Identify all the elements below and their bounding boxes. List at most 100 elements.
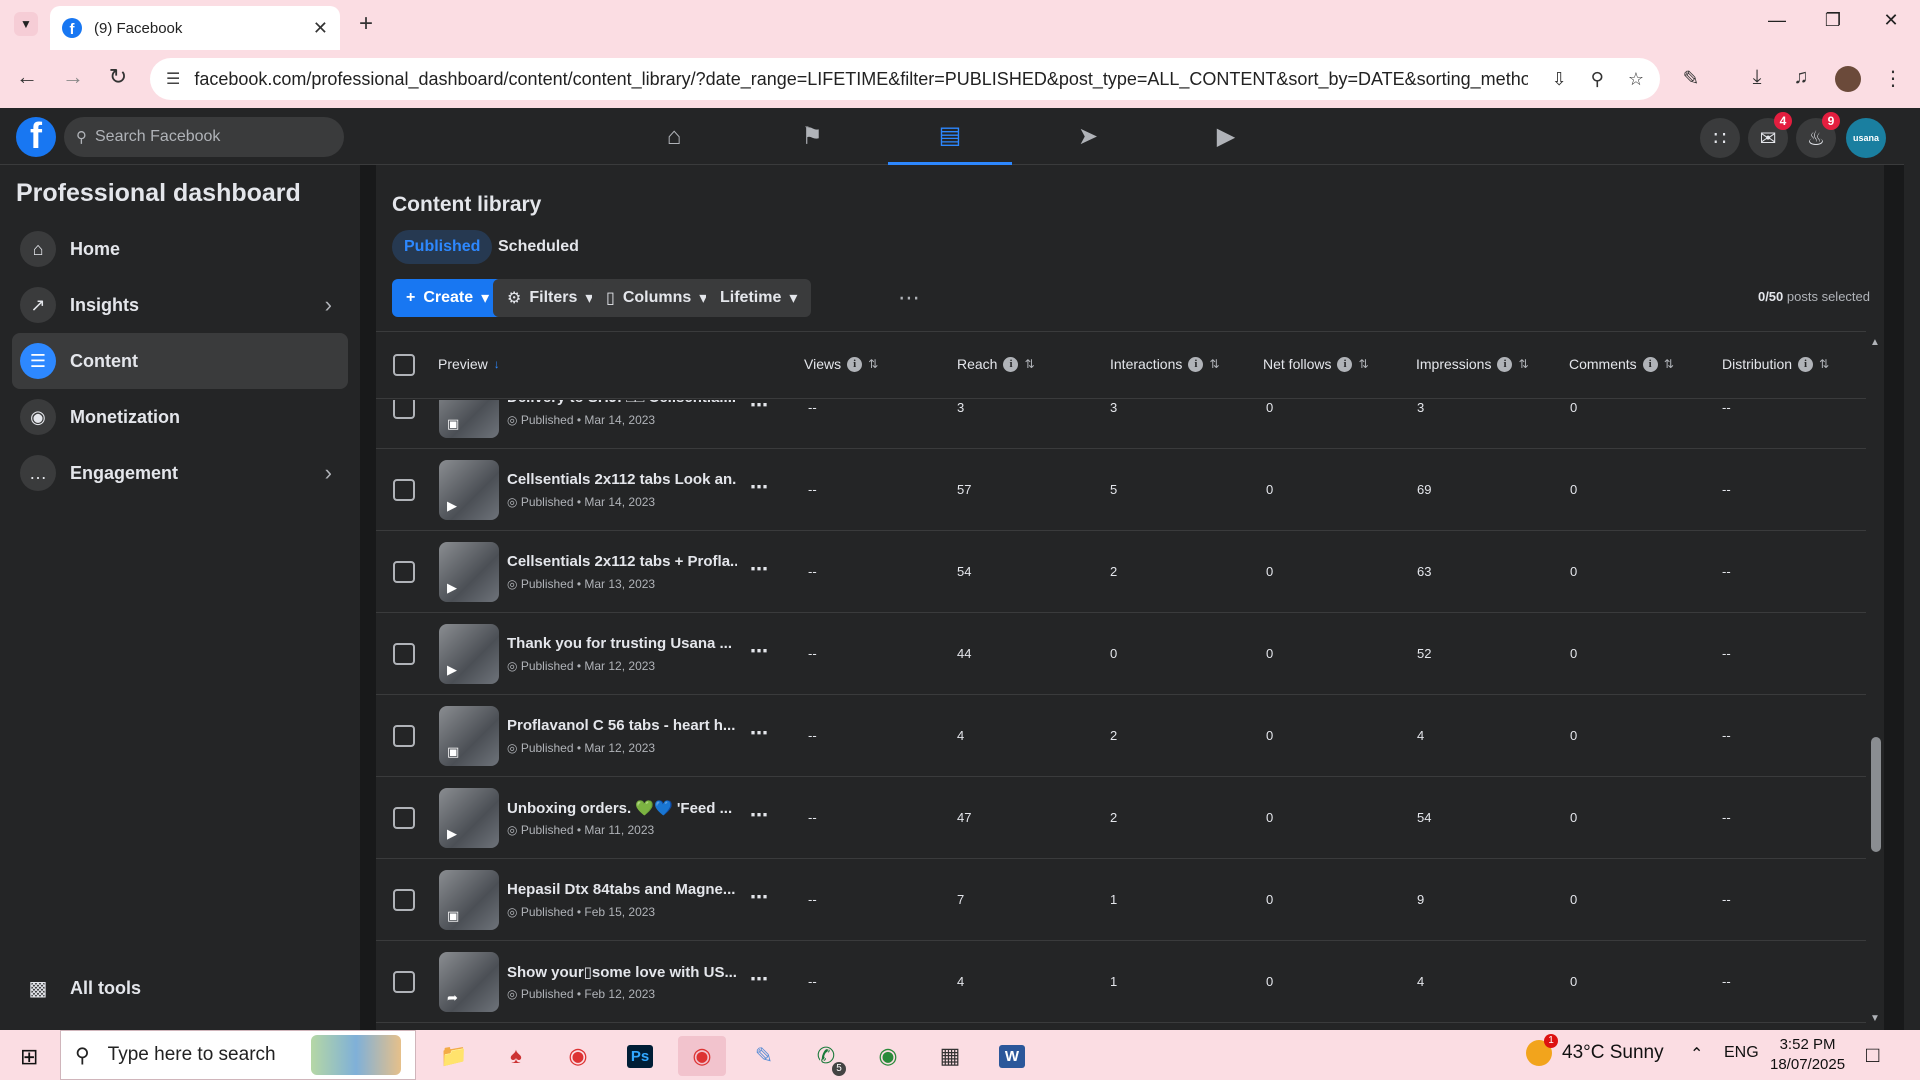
table-row[interactable]: ▣ Proflavanol C 56 tabs - heart h... ◎ Pub… xyxy=(376,695,1866,777)
account-avatar[interactable]: usana xyxy=(1846,118,1886,158)
column-header-impressions[interactable]: Impressions i ⇅ xyxy=(1416,356,1529,372)
row-more-icon[interactable]: ⋯ xyxy=(750,723,769,744)
info-icon[interactable]: i xyxy=(1798,356,1814,372)
sidebar-item-insights[interactable]: ↗ Insights › xyxy=(12,277,348,333)
site-info-icon[interactable]: ☰ xyxy=(166,69,180,89)
paint-icon[interactable]: ✎ xyxy=(740,1036,788,1076)
info-icon[interactable]: i xyxy=(1497,356,1513,372)
facebook-search[interactable]: ⚲ xyxy=(64,117,344,157)
scroll-down-icon[interactable]: ▼ xyxy=(1868,1013,1882,1024)
column-header-preview[interactable]: Preview ↓ xyxy=(438,356,500,372)
select-all-checkbox[interactable] xyxy=(393,354,415,376)
row-checkbox[interactable] xyxy=(393,807,415,829)
post-thumbnail[interactable]: ▶ xyxy=(439,460,499,520)
row-more-icon[interactable]: ⋯ xyxy=(750,969,769,990)
post-title[interactable]: Unboxing orders. 💚💙 'Feed ... xyxy=(507,799,737,817)
sidebar-item-engagement[interactable]: … Engagement › xyxy=(12,445,348,501)
create-button[interactable]: + Create ▾ xyxy=(392,279,504,317)
browser-tab-facebook[interactable]: f (9) Facebook ✕ xyxy=(50,6,340,50)
tab-scheduled[interactable]: Scheduled xyxy=(486,230,591,264)
column-header-net-follows[interactable]: Net follows i ⇅ xyxy=(1263,356,1369,372)
table-row[interactable]: ➦ Show your▯some love with US... ◎ Publish… xyxy=(376,941,1866,1023)
column-header-views[interactable]: Views i ⇅ xyxy=(804,356,878,372)
language-indicator[interactable]: ENG xyxy=(1724,1044,1759,1062)
whatsapp-icon[interactable]: ✆ 5 xyxy=(802,1036,850,1076)
notifications-bell-icon[interactable]: ♨ 9 xyxy=(1796,112,1840,158)
sort-icon[interactable]: ⇅ xyxy=(1024,357,1034,371)
media-controls-icon[interactable]: ♫ xyxy=(1786,66,1816,89)
url-bar[interactable]: ☰ facebook.com/professional_dashboard/co… xyxy=(150,58,1660,100)
post-title[interactable]: Cellsentials 2x112 tabs + Profla... xyxy=(507,553,737,570)
new-tab-button[interactable]: + xyxy=(352,10,380,38)
row-more-icon[interactable]: ⋯ xyxy=(750,887,769,908)
facebook-logo-icon[interactable]: f xyxy=(16,117,56,157)
row-more-icon[interactable]: ⋯ xyxy=(750,641,769,662)
table-row[interactable]: ▶ Cellsentials 2x112 tabs Look an... ◎ Pub… xyxy=(376,449,1866,531)
table-row[interactable]: ▣ Hepasil Dtx 84tabs and Magne... ◎ Publis… xyxy=(376,859,1866,941)
post-title[interactable]: Proflavanol C 56 tabs - heart h... xyxy=(507,717,737,734)
columns-button[interactable]: ▯ Columns ▾ xyxy=(592,279,722,317)
row-more-icon[interactable]: ⋯ xyxy=(750,805,769,826)
chrome-alt-icon[interactable]: ◉ xyxy=(864,1036,912,1076)
forward-button[interactable]: → xyxy=(58,64,88,90)
reload-button[interactable]: ↻ xyxy=(103,64,133,90)
column-header-reach[interactable]: Reach i ⇅ xyxy=(957,356,1035,372)
downloads-icon[interactable]: ⤓ xyxy=(1742,66,1772,89)
tray-chevron-up-icon[interactable]: ⌃ xyxy=(1690,1044,1703,1064)
post-title[interactable]: Hepasil Dtx 84tabs and Magne... xyxy=(507,881,737,898)
game-app-icon[interactable]: ♠ xyxy=(492,1036,540,1076)
page-scrollbar[interactable] xyxy=(1904,112,1920,1030)
info-icon[interactable]: i xyxy=(1188,356,1204,372)
back-button[interactable]: ← xyxy=(12,64,42,90)
restore-icon[interactable]: ❐ xyxy=(1818,10,1848,31)
table-row[interactable]: ▶ Cellsentials 2x112 tabs + Profla... ◎ Pu… xyxy=(376,531,1866,613)
notification-center-icon[interactable]: □ xyxy=(1866,1042,1879,1068)
weather-widget[interactable]: 1 43°C Sunny xyxy=(1526,1034,1664,1066)
post-title[interactable]: Cellsentials 2x112 tabs Look an... xyxy=(507,471,737,488)
photoshop-icon[interactable]: Ps xyxy=(616,1036,664,1076)
all-tools-button[interactable]: ▩ All tools xyxy=(12,960,348,1016)
browser-profile-avatar[interactable] xyxy=(1835,66,1861,92)
post-title[interactable]: Delivery to SHJ! □□ Cellsential... xyxy=(507,400,737,406)
post-title[interactable]: Show your▯some love with US... xyxy=(507,963,737,981)
column-header-interactions[interactable]: Interactions i ⇅ xyxy=(1110,356,1219,372)
bookmark-star-icon[interactable]: ☆ xyxy=(1628,69,1644,90)
filters-button[interactable]: ⚙ Filters ▾ xyxy=(493,279,608,317)
sort-icon[interactable]: ⇅ xyxy=(1819,357,1829,371)
pages-flag-icon[interactable]: ⚑ xyxy=(750,108,874,165)
row-checkbox[interactable] xyxy=(393,400,415,419)
install-app-icon[interactable]: ⇩ xyxy=(1552,69,1567,90)
column-header-distribution[interactable]: Distribution i ⇅ xyxy=(1722,356,1829,372)
info-icon[interactable]: i xyxy=(1337,356,1353,372)
row-checkbox[interactable] xyxy=(393,479,415,501)
search-input[interactable] xyxy=(95,128,315,146)
post-thumbnail[interactable]: ▣ xyxy=(439,706,499,766)
chrome-icon[interactable]: ◉ xyxy=(554,1036,602,1076)
column-header-comments[interactable]: Comments i ⇅ xyxy=(1569,356,1674,372)
post-thumbnail[interactable]: ▶ xyxy=(439,788,499,848)
tab-search-button[interactable]: ▼ xyxy=(14,12,38,36)
sort-icon[interactable]: ⇅ xyxy=(1209,357,1219,371)
sort-icon[interactable]: ⇅ xyxy=(1664,357,1674,371)
windows-start-icon[interactable]: ⊞ xyxy=(20,1044,38,1070)
row-more-icon[interactable]: ⋯ xyxy=(750,559,769,580)
minimize-icon[interactable]: — xyxy=(1762,10,1792,31)
row-more-icon[interactable]: ⋯ xyxy=(750,477,769,498)
table-row[interactable]: ▶ Thank you for trusting Usana ... ◎ Publi… xyxy=(376,613,1866,695)
calculator-icon[interactable]: ▦ xyxy=(926,1036,974,1076)
post-thumbnail[interactable]: ▶ xyxy=(439,624,499,684)
row-checkbox[interactable] xyxy=(393,561,415,583)
sort-icon[interactable]: ⇅ xyxy=(1358,357,1368,371)
row-checkbox[interactable] xyxy=(393,889,415,911)
post-thumbnail[interactable]: ▣ xyxy=(439,400,499,438)
row-more-icon[interactable]: ⋯ xyxy=(750,400,769,416)
info-icon[interactable]: i xyxy=(1003,356,1019,372)
more-options-icon[interactable]: ⋯ xyxy=(898,285,921,311)
row-checkbox[interactable] xyxy=(393,971,415,993)
post-thumbnail[interactable]: ▶ xyxy=(439,542,499,602)
url-text[interactable]: facebook.com/professional_dashboard/cont… xyxy=(194,69,1527,90)
row-checkbox[interactable] xyxy=(393,643,415,665)
close-window-icon[interactable]: ✕ xyxy=(1876,10,1906,31)
ads-megaphone-icon[interactable]: ➤ xyxy=(1026,108,1150,165)
sort-icon[interactable]: ⇅ xyxy=(868,357,878,371)
